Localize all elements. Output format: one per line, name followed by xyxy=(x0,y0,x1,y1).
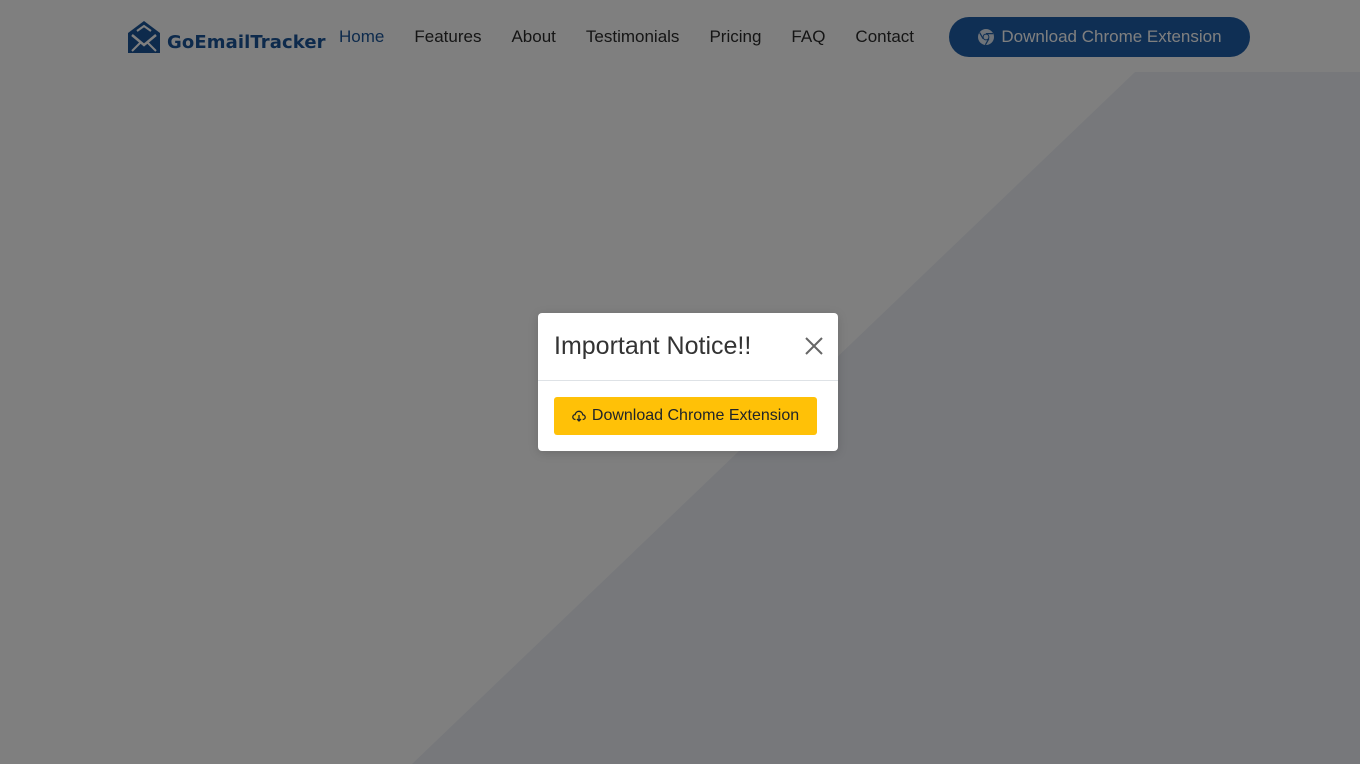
download-extension-modal-label: Download Chrome Extension xyxy=(591,407,800,424)
important-notice-modal: Important Notice!! Download Chrome Exten… xyxy=(538,313,838,451)
cloud-download-icon xyxy=(572,410,586,422)
modal-header: Important Notice!! xyxy=(538,313,838,381)
modal-title: Important Notice!! xyxy=(554,332,752,360)
close-icon[interactable] xyxy=(804,336,824,356)
modal-body: Download Chrome Extension xyxy=(538,381,838,451)
download-extension-modal-button[interactable]: Download Chrome Extension xyxy=(554,397,817,435)
